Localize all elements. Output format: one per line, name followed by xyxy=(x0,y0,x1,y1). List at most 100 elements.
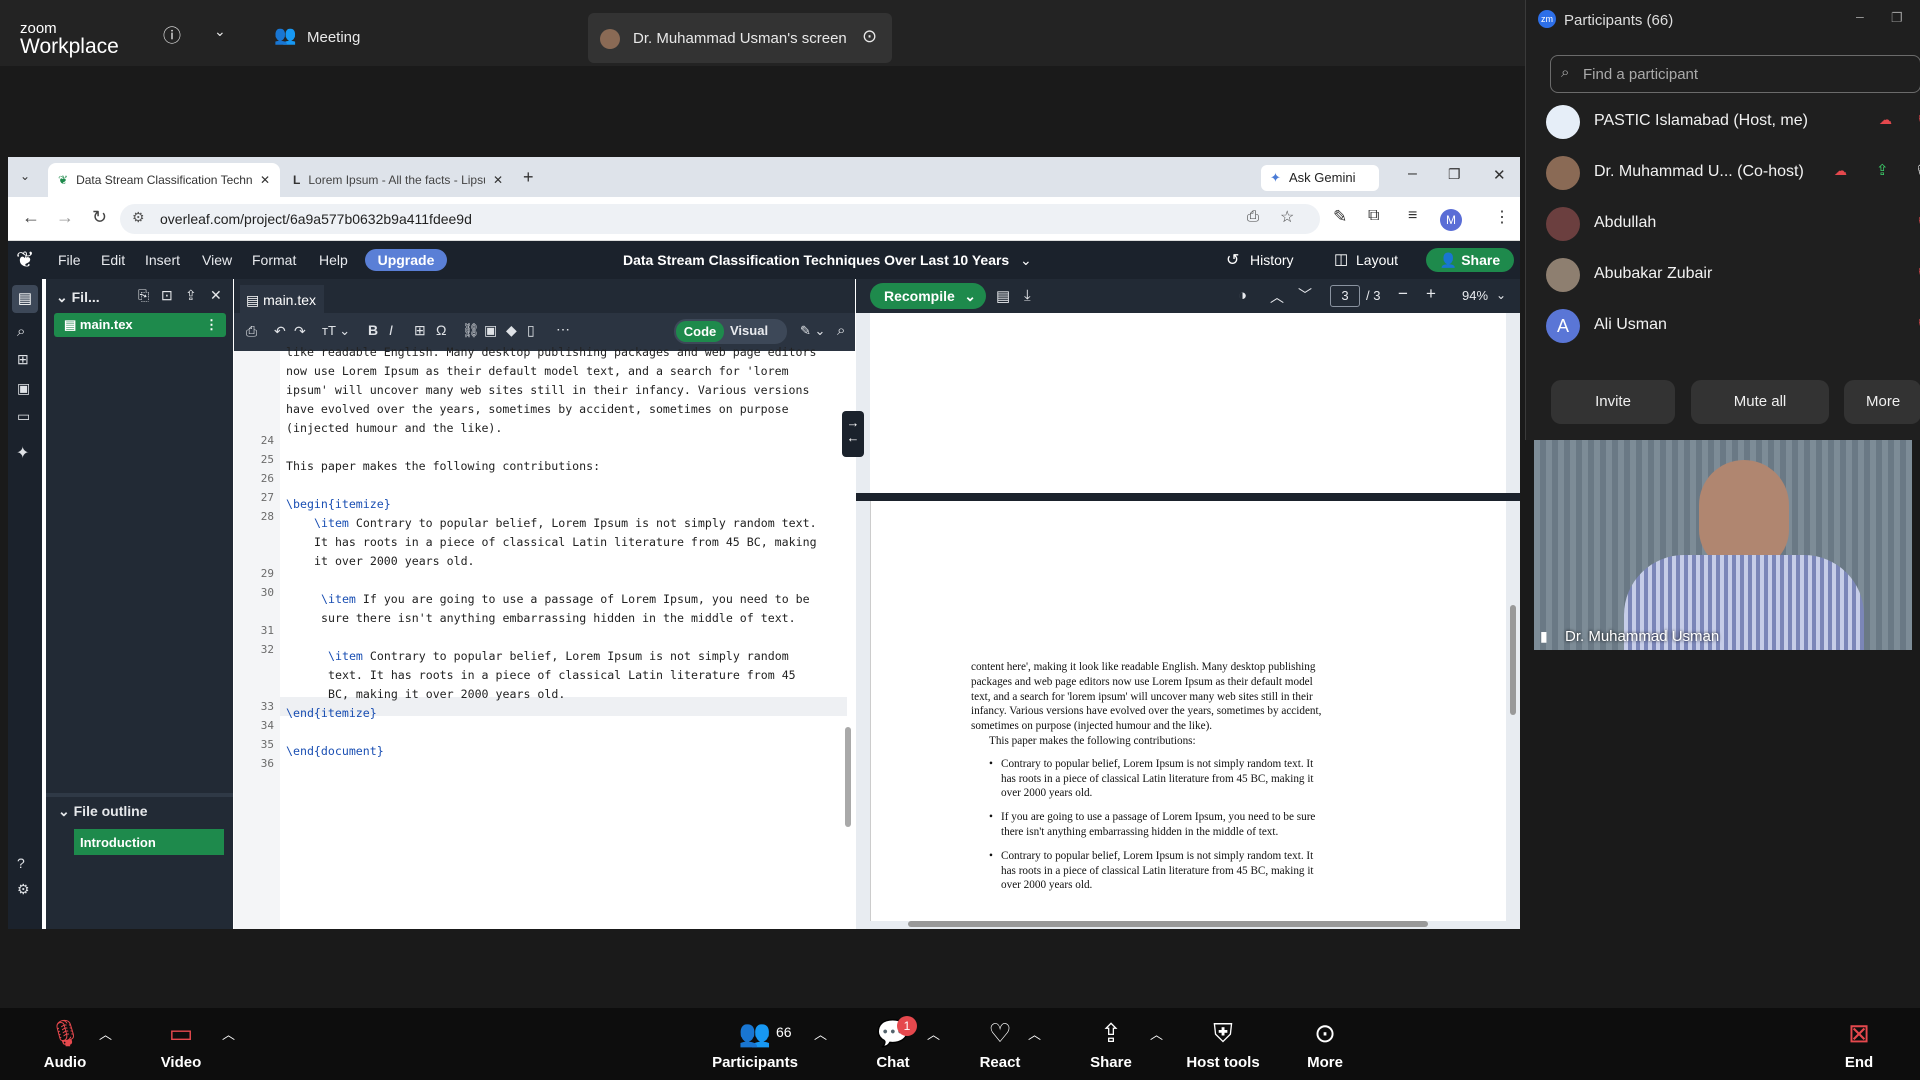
visual-mode-button[interactable]: Visual xyxy=(730,323,768,338)
more-tools-icon[interactable]: ⋯ xyxy=(556,321,570,338)
site-info-icon[interactable]: ⚙ xyxy=(132,209,145,226)
download-icon[interactable]: ⤓ xyxy=(1024,287,1031,304)
restore-icon[interactable]: ❐ xyxy=(1448,166,1461,183)
react-options-icon[interactable]: ︿ xyxy=(1028,1024,1041,1043)
chevron-down-icon[interactable]: ⌄ xyxy=(214,23,226,40)
toolbar-menu-icon[interactable]: ⎙ xyxy=(246,323,257,340)
zoom-level[interactable]: 94% xyxy=(1462,288,1488,303)
mute-all-button[interactable]: Mute all xyxy=(1691,380,1829,424)
editor-tab-main-tex[interactable]: ▤ main.tex ✕ xyxy=(240,285,324,325)
muted-mic-icon[interactable]: 🎙 xyxy=(1914,112,1920,132)
document-title[interactable]: Data Stream Classification Techniques Ov… xyxy=(623,252,1009,268)
new-tab-icon[interactable]: + xyxy=(523,167,534,188)
zoom-out-icon[interactable]: − xyxy=(1398,284,1408,304)
muted-mic-icon[interactable]: 🎙 xyxy=(1914,316,1920,336)
video-button[interactable]: ▭ Video xyxy=(126,1018,236,1071)
participant-row[interactable]: A Ali Usman 🎙 xyxy=(1546,300,1920,350)
tag-icon[interactable]: ◆ xyxy=(506,322,517,339)
ai-assist-icon[interactable]: ✦ xyxy=(16,443,29,463)
meeting-label[interactable]: Meeting xyxy=(307,29,360,46)
popout-panel-icon[interactable]: ❐ xyxy=(1891,10,1903,26)
tab-list-icon[interactable]: ⌄ xyxy=(20,169,30,183)
title-chevron-icon[interactable]: ⌄ xyxy=(1020,252,1032,269)
participant-row[interactable]: Abubakar Zubair 🎙 xyxy=(1546,249,1920,299)
audio-options-icon[interactable]: ︿ xyxy=(99,1024,112,1043)
close-window-icon[interactable]: ✕ xyxy=(1493,166,1506,184)
info-icon[interactable]: ⓘ xyxy=(163,22,181,48)
recompile-chevron-icon[interactable]: ⌄ xyxy=(964,283,976,309)
file-tree-icon[interactable]: ▤ xyxy=(12,285,38,313)
edit-mode-icon[interactable]: ✎ ⌄ xyxy=(800,323,825,339)
forward-icon[interactable]: → xyxy=(56,207,74,228)
pdf-hscroll-thumb[interactable] xyxy=(908,921,1428,927)
participants-options-icon[interactable]: ︿ xyxy=(814,1024,827,1043)
menu-format[interactable]: Format xyxy=(252,252,296,268)
muted-mic-icon[interactable]: 🎙 xyxy=(1914,265,1920,285)
comment-icon[interactable]: ▣ xyxy=(484,322,497,339)
minimize-panel-icon[interactable]: – xyxy=(1856,8,1864,24)
math-icon[interactable]: ⊞ xyxy=(414,322,426,339)
share-button[interactable]: 👤 Share xyxy=(1426,248,1514,272)
participants-button[interactable]: 👥 Participants xyxy=(700,1018,810,1071)
review-icon[interactable]: ▣ xyxy=(17,380,30,397)
text-style-icon[interactable]: тT ⌄ xyxy=(322,323,350,339)
outline-item-introduction[interactable]: Introduction xyxy=(74,829,224,855)
participant-row[interactable]: PASTIC Islamabad (Host, me) ☁ 🎙 xyxy=(1546,96,1920,146)
bookmark-star-icon[interactable]: ☆ xyxy=(1280,207,1294,227)
editor-scroll-thumb[interactable] xyxy=(845,727,851,827)
menu-view[interactable]: View xyxy=(202,252,232,268)
overleaf-logo-icon[interactable]: ❦ xyxy=(16,247,34,273)
end-meeting-button[interactable]: ⊠ End xyxy=(1804,1018,1914,1071)
pdf-horizontal-scrollbar[interactable] xyxy=(870,919,1506,929)
code-content[interactable]: like readable English. Many desktop publ… xyxy=(286,345,846,929)
extensions-icon[interactable]: ⧉ xyxy=(1368,207,1379,225)
close-tab-icon[interactable]: ✕ xyxy=(260,173,270,187)
zoom-chevron-icon[interactable]: ⌄ xyxy=(1496,288,1506,302)
video-options-icon[interactable]: ︿ xyxy=(222,1024,235,1043)
help-icon[interactable]: ? xyxy=(17,855,25,871)
integrations-icon[interactable]: ⊞ xyxy=(17,351,29,368)
settings-gear-icon[interactable]: ⚙ xyxy=(17,881,30,898)
install-app-icon[interactable]: ⎙ xyxy=(1247,208,1259,225)
chat-icon[interactable]: ▭ xyxy=(17,408,30,425)
recompile-button[interactable]: Recompile ⌄ xyxy=(870,283,986,309)
tab-overleaf[interactable]: ❦ Data Stream Classification Techniques … xyxy=(48,163,280,197)
file-tree-header[interactable]: ⌄ Fil... xyxy=(56,289,100,306)
symbol-icon[interactable]: Ω xyxy=(436,322,446,338)
more-options-icon[interactable]: ⊙ xyxy=(862,26,877,47)
redo-icon[interactable]: ↷ xyxy=(294,323,306,340)
next-page-icon[interactable]: ﹀ xyxy=(1298,285,1312,305)
bold-icon[interactable]: B xyxy=(368,322,378,338)
participant-row[interactable]: Abdullah 🎙 xyxy=(1546,198,1920,248)
participant-row[interactable]: Dr. Muhammad U... (Co-host) ☁ ⇪ 🎙 xyxy=(1546,147,1920,197)
prev-page-icon[interactable]: ︿ xyxy=(1270,287,1284,307)
invite-button[interactable]: Invite xyxy=(1551,380,1675,424)
upload-icon[interactable]: ⇪ xyxy=(185,287,197,304)
file-options-icon[interactable]: ⋮ xyxy=(205,317,218,333)
link-icon[interactable]: ⛓ xyxy=(462,322,480,339)
pen-extension-icon[interactable]: ✎ xyxy=(1333,207,1347,227)
attachment-icon[interactable]: ▯ xyxy=(527,322,535,339)
ask-gemini-button[interactable]: ✦ Ask Gemini xyxy=(1261,165,1379,191)
video-tile[interactable]: ▮ Dr. Muhammad Usman xyxy=(1534,440,1912,650)
code-mode-button[interactable]: Code xyxy=(676,321,724,342)
tab-lipsum[interactable]: L Lorem Ipsum - All the facts - Lipsum ✕ xyxy=(283,163,513,197)
panel-divider[interactable] xyxy=(46,793,233,797)
new-file-icon[interactable]: ⎘ xyxy=(138,287,149,304)
panel-swap-arrows-icon[interactable]: → ← xyxy=(842,411,864,457)
italic-icon[interactable]: I xyxy=(389,322,393,338)
back-icon[interactable]: ← xyxy=(22,207,40,228)
menu-insert[interactable]: Insert xyxy=(145,252,180,268)
history-button[interactable]: History xyxy=(1250,252,1294,268)
search-icon[interactable]: ⌕ xyxy=(17,323,25,340)
participant-search-input[interactable]: ⌕ Find a participant xyxy=(1550,55,1920,93)
reload-icon[interactable]: ↻ xyxy=(92,207,107,228)
share-options-icon[interactable]: ︿ xyxy=(1150,1024,1163,1043)
pdf-scroll-thumb[interactable] xyxy=(1510,605,1516,715)
media-control-icon[interactable]: ≡ xyxy=(1408,207,1417,225)
menu-file[interactable]: File xyxy=(58,252,81,268)
file-item-main-tex[interactable]: ▤ main.tex ⋮ xyxy=(54,313,226,337)
menu-help[interactable]: Help xyxy=(319,252,348,268)
more-button[interactable]: More xyxy=(1844,380,1920,424)
chat-options-icon[interactable]: ︿ xyxy=(927,1024,940,1043)
